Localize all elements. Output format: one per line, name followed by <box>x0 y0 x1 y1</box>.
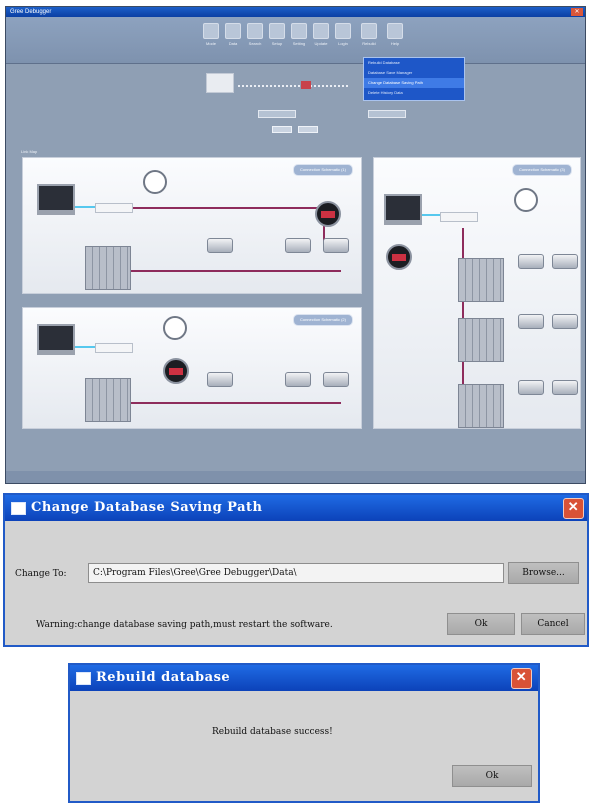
toolbar-help-button[interactable]: Help <box>384 23 406 46</box>
mode-icon <box>203 23 219 39</box>
cancel-button[interactable]: Cancel <box>521 613 585 635</box>
dialog-title: Rebuild database <box>96 670 231 685</box>
outdoor-unit-icon <box>85 246 131 290</box>
indoor-unit-icon <box>285 372 311 387</box>
close-button[interactable]: ✕ <box>511 668 532 689</box>
window-icon <box>11 502 26 515</box>
toolbar-setup-button[interactable]: Setup <box>266 23 288 46</box>
connection-settings <box>206 110 436 136</box>
outdoor-unit-icon <box>458 384 504 428</box>
connector-bubble-icon <box>163 316 187 340</box>
window-icon <box>76 672 91 685</box>
menu-item-delete-history[interactable]: Delete History Data <box>364 88 464 98</box>
help-icon <box>387 23 403 39</box>
laptop-icon <box>206 73 234 93</box>
toolbar-mode-button[interactable]: Mode <box>200 23 222 46</box>
database-dropdown-menu: Rebuild Database Database Save Manager C… <box>363 57 465 101</box>
converter-icon <box>440 212 478 222</box>
converter-icon <box>95 203 133 213</box>
data-icon <box>225 23 241 39</box>
status-indicator <box>301 81 311 89</box>
toolbar-data-button[interactable]: Data <box>222 23 244 46</box>
dialog-titlebar: Change Database Saving Path ✕ <box>5 495 587 521</box>
usb-cable <box>75 206 97 208</box>
panel-title: Connection Schematic (3) <box>511 164 572 176</box>
section-label: Link Map <box>21 149 38 154</box>
laptop-icon <box>37 184 75 215</box>
menu-item-database-save-manager[interactable]: Database Save Manager <box>364 68 464 78</box>
warning-text: Warning:change database saving path,must… <box>36 620 333 630</box>
usb-cable <box>75 346 97 348</box>
close-button[interactable]: ✕ <box>563 498 584 519</box>
app-titlebar: Gree Debugger ✕ <box>6 7 585 17</box>
search-icon <box>247 23 263 39</box>
schematic-panel-2: Connection Schematic (2) <box>22 307 362 429</box>
toolbar-login-button[interactable]: Login <box>332 23 354 46</box>
indoor-unit-icon <box>552 314 578 329</box>
link-line <box>238 85 348 87</box>
toolbar-update-button[interactable]: Update <box>310 23 332 46</box>
change-path-dialog: Change Database Saving Path ✕ Change To:… <box>3 493 589 647</box>
login-icon <box>335 23 351 39</box>
setting-icon <box>291 23 307 39</box>
bus-line <box>133 207 323 209</box>
ok-button[interactable]: Ok <box>452 765 532 787</box>
toolbar-setting-button[interactable]: Setting <box>288 23 310 46</box>
gree-debugger-window: Gree Debugger ✕ Mode Data Search Setup S… <box>5 6 586 484</box>
connector-bubble-icon <box>514 188 538 212</box>
indoor-unit-icon <box>207 238 233 253</box>
indoor-unit-icon <box>285 238 311 253</box>
controller-gauge-icon <box>315 201 341 227</box>
laptop-icon <box>384 194 422 225</box>
panel-title: Connection Schematic (2) <box>292 314 353 326</box>
app-close-button[interactable]: ✕ <box>571 8 583 16</box>
success-message: Rebuild database success! <box>212 727 333 737</box>
rebuild-icon <box>361 23 377 39</box>
usb-cable <box>422 214 442 216</box>
dialog-title: Change Database Saving Path <box>31 500 263 515</box>
outdoor-unit-icon <box>458 258 504 302</box>
connector-bubble-icon <box>143 170 167 194</box>
port-select[interactable] <box>258 110 296 118</box>
menu-item-change-saving-path[interactable]: Change Database Saving Path <box>364 78 464 88</box>
update-icon <box>313 23 329 39</box>
controller-gauge-icon <box>163 358 189 384</box>
toolbar-rebuild-button[interactable]: Rebuild <box>358 23 380 46</box>
converter-icon <box>95 343 133 353</box>
dialog-titlebar: Rebuild database ✕ <box>70 665 538 691</box>
schematic-panel-1: Connection Schematic (1) <box>22 157 362 294</box>
baud-select[interactable] <box>368 110 406 118</box>
indoor-unit-icon <box>323 238 349 253</box>
indoor-unit-icon <box>518 254 544 269</box>
indoor-unit-icon <box>552 380 578 395</box>
outdoor-unit-icon <box>458 318 504 362</box>
setup-icon <box>269 23 285 39</box>
app-title: Gree Debugger <box>10 9 52 15</box>
indoor-unit-icon <box>207 372 233 387</box>
app-statusbar <box>6 471 585 483</box>
change-to-label: Change To: <box>15 569 67 579</box>
rebuild-dialog: Rebuild database ✕ Rebuild database succ… <box>68 663 540 803</box>
browse-button[interactable]: Browse... <box>508 562 579 584</box>
pipe-line <box>131 270 341 272</box>
path-input[interactable]: C:\Program Files\Gree\Gree Debugger\Data… <box>88 563 504 583</box>
indoor-unit-icon <box>323 372 349 387</box>
controller-gauge-icon <box>386 244 412 270</box>
connect-button[interactable] <box>272 126 292 133</box>
pipe-line <box>131 402 341 404</box>
laptop-icon <box>37 324 75 355</box>
indoor-unit-icon <box>518 380 544 395</box>
indoor-unit-icon <box>552 254 578 269</box>
ok-button[interactable]: Ok <box>447 613 515 635</box>
outdoor-unit-icon <box>85 378 131 422</box>
disconnect-button[interactable] <box>298 126 318 133</box>
schematic-panel-3: Connection Schematic (3) <box>373 157 581 429</box>
indoor-unit-icon <box>518 314 544 329</box>
toolbar-search-button[interactable]: Search <box>244 23 266 46</box>
toolbar: Mode Data Search Setup Setting Update Lo… <box>6 17 585 64</box>
menu-item-rebuild-database[interactable]: Rebuild Database <box>364 58 464 68</box>
panel-title: Connection Schematic (1) <box>292 164 353 176</box>
